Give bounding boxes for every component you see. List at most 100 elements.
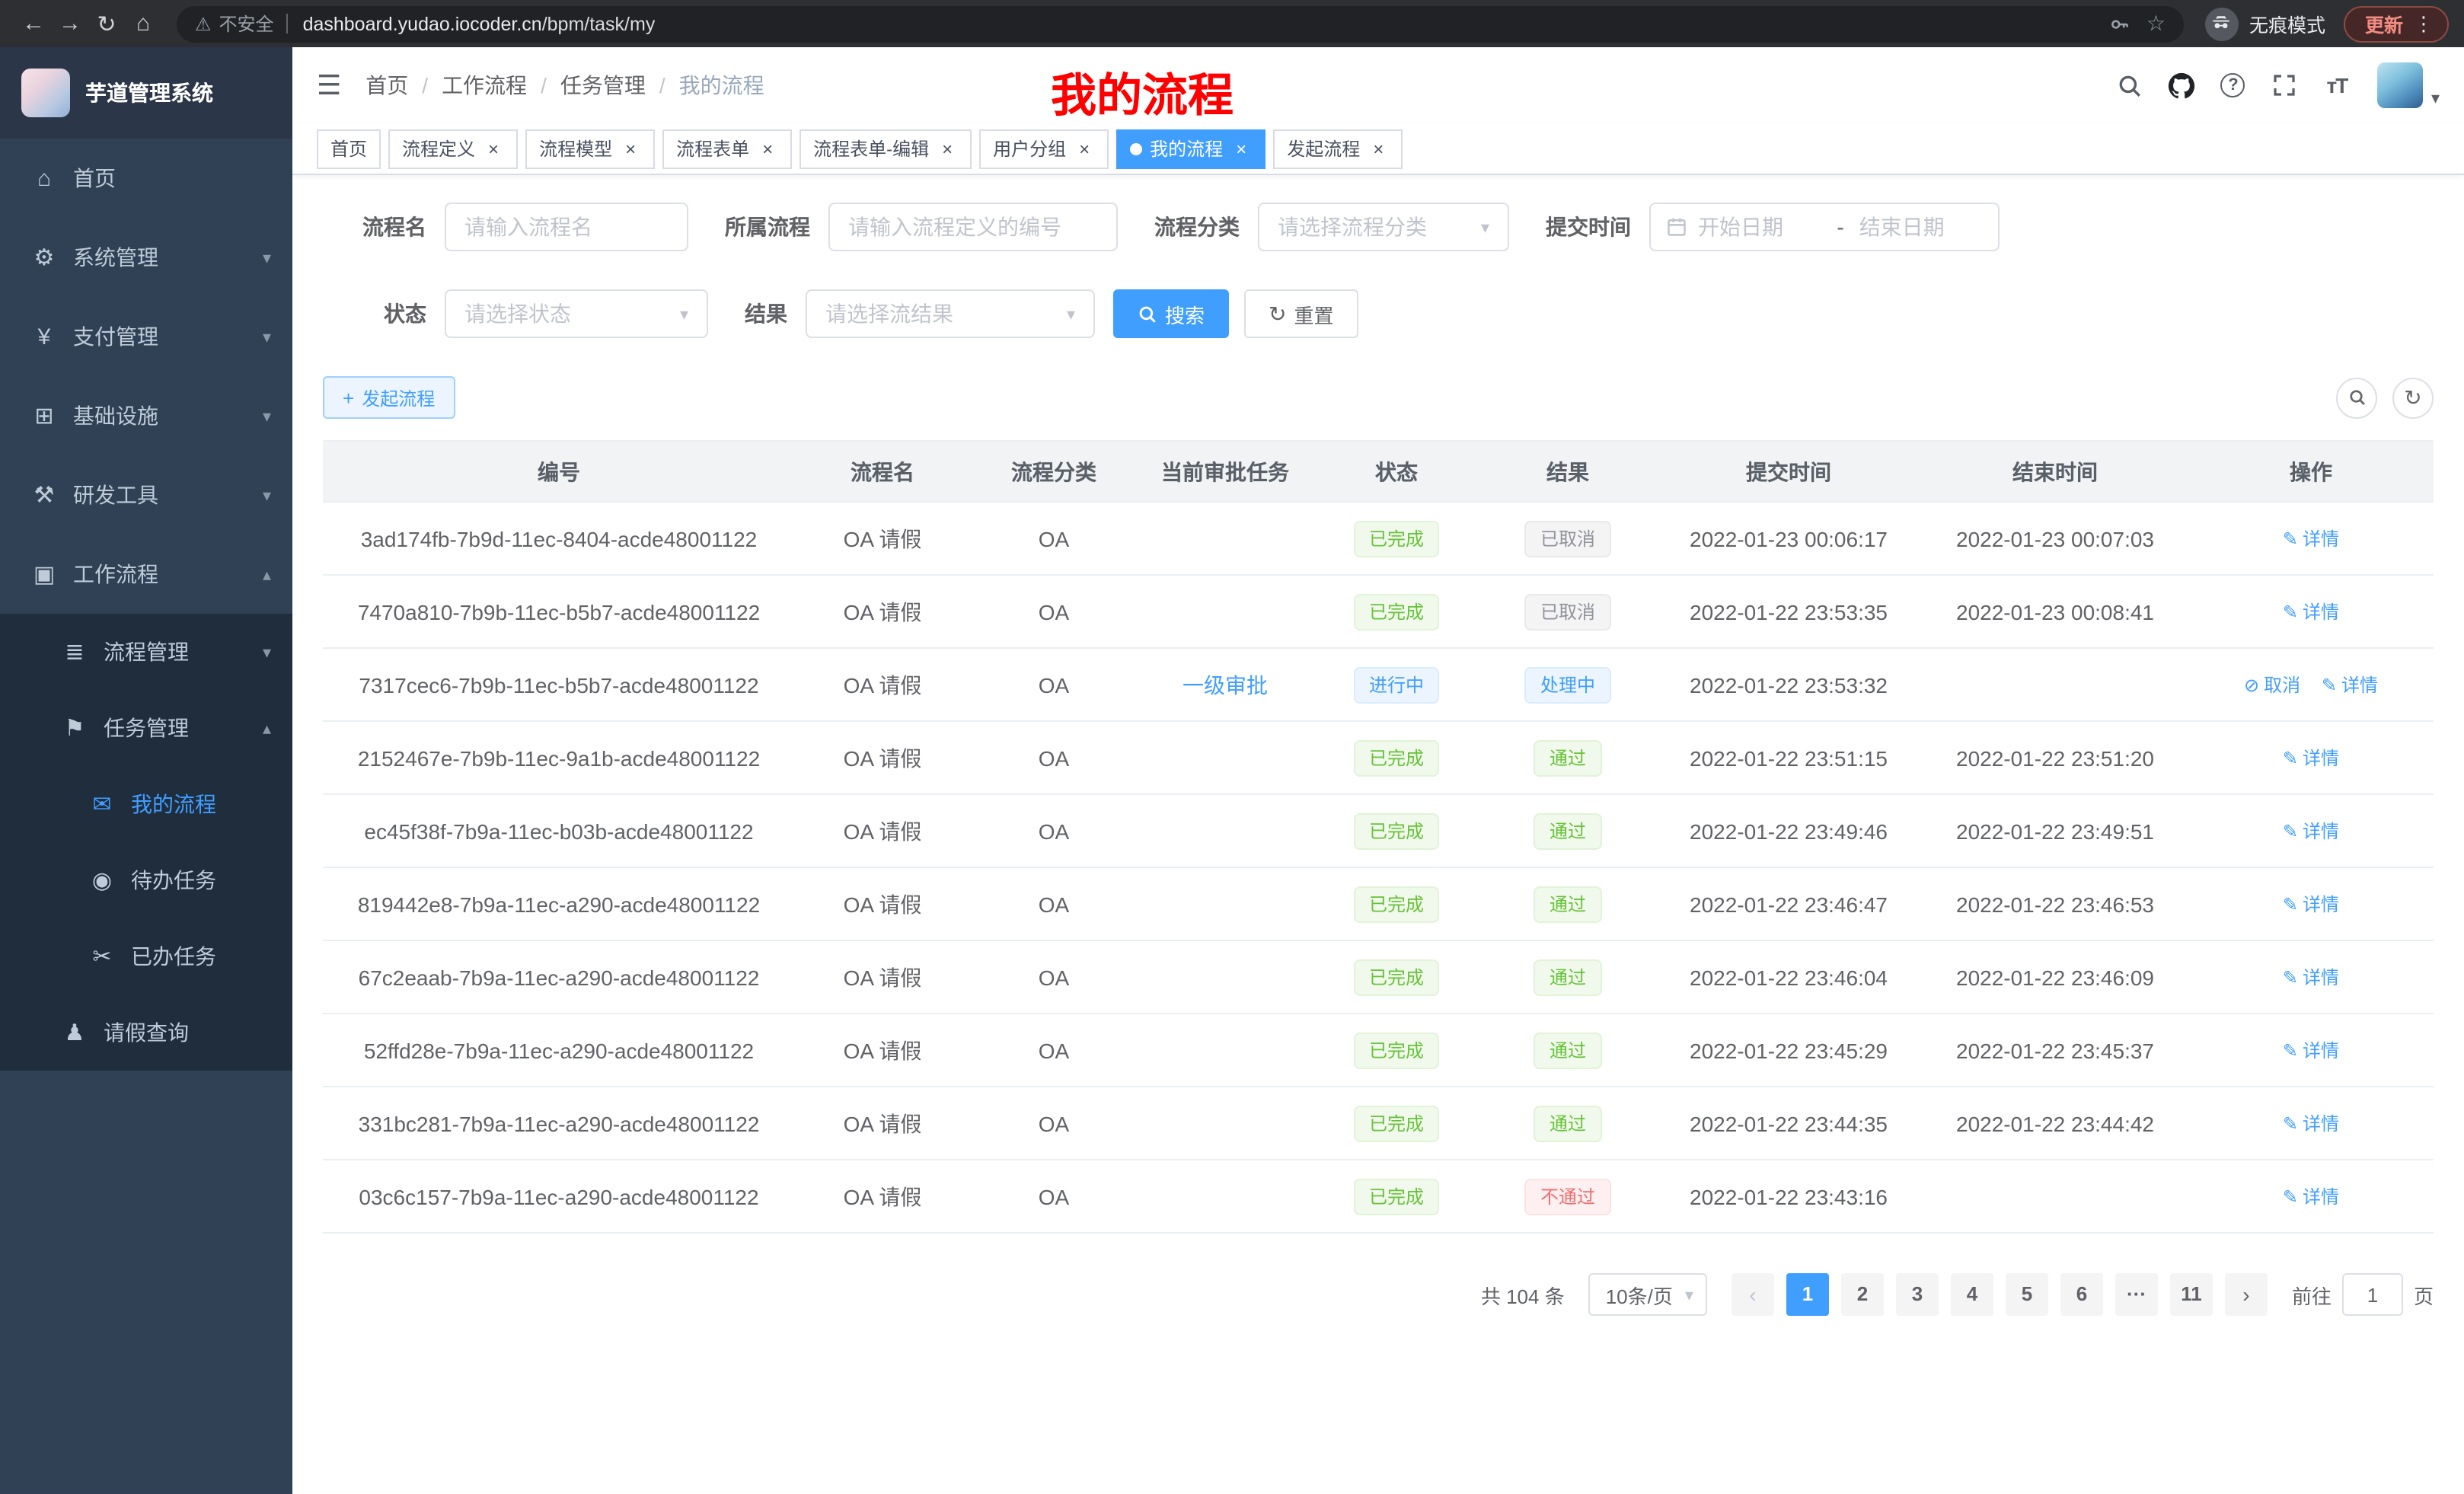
search-button-label: 搜索	[1165, 299, 1205, 328]
breadcrumb-link[interactable]: 工作流程	[442, 70, 527, 101]
detail-action[interactable]: ✎详情	[2283, 892, 2339, 918]
detail-action[interactable]: ✎详情	[2283, 599, 2339, 625]
sidebar-item[interactable]: ⚑ 任务管理 ▴	[0, 690, 292, 766]
tab[interactable]: 发起流程 ×	[1273, 129, 1403, 168]
category-select[interactable]: 请选择流程分类 ▾	[1258, 203, 1509, 251]
security-label[interactable]: 不安全	[219, 11, 274, 37]
page-number[interactable]: ···	[2115, 1273, 2158, 1316]
page-number[interactable]: 5	[2006, 1273, 2048, 1316]
cell-result: 处理中	[1480, 648, 1655, 721]
sidebar-item[interactable]: ⚙ 系统管理 ▾	[0, 218, 292, 297]
status-select[interactable]: 请选择状态 ▾	[445, 289, 708, 338]
browser-back-icon[interactable]: ←	[15, 11, 52, 37]
search-button[interactable]: 搜索	[1113, 289, 1229, 338]
avatar-caret-icon[interactable]: ▾	[2431, 88, 2440, 107]
detail-action[interactable]: ✎详情	[2322, 672, 2378, 698]
prev-page-button[interactable]: ‹	[1732, 1273, 1774, 1316]
browser-home-icon[interactable]: ⌂	[125, 11, 161, 37]
tab[interactable]: 流程模型 ×	[525, 129, 655, 168]
app-logo-row[interactable]: 芋道管理系统	[0, 47, 292, 139]
parent-process-input[interactable]	[828, 203, 1118, 251]
browser-menu-icon[interactable]: ⋮	[2414, 11, 2434, 36]
sidebar-item[interactable]: ¥ 支付管理 ▾	[0, 297, 292, 376]
fullscreen-icon[interactable]	[2259, 59, 2311, 111]
tab[interactable]: 流程表单 ×	[662, 129, 792, 168]
sidebar-item[interactable]: ✂ 已办任务	[0, 918, 292, 994]
sidebar-item[interactable]: ⌂ 首页	[0, 139, 292, 218]
goto-page-input[interactable]	[2342, 1273, 2403, 1316]
parent-process-label: 所属流程	[725, 212, 810, 242]
detail-action[interactable]: ✎详情	[2283, 1111, 2339, 1137]
sidebar-item[interactable]: ♟ 请假查询	[0, 994, 292, 1071]
sidebar-menu: ⌂ 首页 ⚙ 系统管理 ▾ ¥ 支付管理 ▾	[0, 139, 292, 1494]
cell-current-task	[1138, 940, 1313, 1014]
process-name-input[interactable]	[445, 203, 688, 251]
page-number[interactable]: 11	[2170, 1273, 2213, 1316]
breadcrumb-link[interactable]: 首页	[365, 70, 408, 101]
detail-action[interactable]: ✎详情	[2283, 526, 2339, 552]
tab-close-icon[interactable]: ×	[483, 138, 504, 159]
help-icon[interactable]: ?	[2207, 59, 2259, 111]
tab[interactable]: 首页	[317, 129, 381, 168]
bookmark-star-icon[interactable]: ☆	[2146, 11, 2166, 37]
address-bar[interactable]: ⚠ 不安全 dashboard.yudao.iocoder.cn/bpm/tas…	[177, 5, 2184, 42]
sidebar-item[interactable]: ✉ 我的流程	[0, 766, 292, 842]
cell-actions: ✎详情	[2188, 502, 2434, 575]
current-task-link[interactable]: 一级审批	[1183, 672, 1268, 697]
tab-close-icon[interactable]: ×	[620, 138, 641, 159]
detail-action[interactable]: ✎详情	[2283, 965, 2339, 991]
tab-close-icon[interactable]: ×	[1074, 138, 1095, 159]
cell-end-time: 2022-01-23 00:07:03	[1922, 502, 2188, 575]
tab-close-icon[interactable]: ×	[937, 138, 958, 159]
submit-time-range-picker[interactable]: 开始日期 - 结束日期	[1649, 203, 2000, 251]
breadcrumb-item: / 任务管理	[527, 70, 646, 101]
breadcrumb-link[interactable]: 任务管理	[560, 70, 646, 101]
tab[interactable]: 我的流程 ×	[1116, 129, 1266, 168]
tab-close-icon[interactable]: ×	[1368, 138, 1389, 159]
detail-action[interactable]: ✎详情	[2283, 1038, 2339, 1064]
page-number[interactable]: 1	[1786, 1273, 1829, 1316]
tab-close-icon[interactable]: ×	[757, 138, 778, 159]
header-search-icon[interactable]	[2104, 59, 2156, 111]
refresh-table-button[interactable]: ↻	[2392, 377, 2434, 418]
cancel-action[interactable]: ⊘取消	[2244, 672, 2300, 698]
omnibox-divider	[286, 14, 288, 34]
tab[interactable]: 流程表单-编辑 ×	[800, 129, 972, 168]
result-label: 结果	[745, 298, 787, 329]
hamburger-icon[interactable]: ☰	[317, 69, 341, 101]
next-page-button[interactable]: ›	[2225, 1273, 2268, 1316]
sidebar-item[interactable]: ◉ 待办任务	[0, 842, 292, 918]
update-button[interactable]: 更新 ⋮	[2344, 5, 2449, 42]
cell-id: 819442e8-7b9a-11ec-a290-acde48001122	[323, 867, 795, 940]
sidebar-item[interactable]: ≣ 流程管理 ▾	[0, 614, 292, 690]
detail-action[interactable]: ✎详情	[2283, 819, 2339, 844]
page-number[interactable]: 6	[2060, 1273, 2103, 1316]
detail-action[interactable]: ✎详情	[2283, 1184, 2339, 1210]
reset-button[interactable]: ↻ 重置	[1244, 289, 1358, 338]
toggle-search-button[interactable]	[2336, 377, 2377, 418]
not-secure-warning-icon[interactable]: ⚠	[195, 13, 212, 34]
user-avatar[interactable]	[2378, 62, 2424, 108]
key-icon[interactable]	[2110, 13, 2131, 34]
breadcrumb-link[interactable]: 我的流程	[679, 70, 764, 101]
sidebar-item[interactable]: ⚒ 研发工具 ▾	[0, 455, 292, 535]
sidebar-item[interactable]: ▣ 工作流程 ▴	[0, 535, 292, 614]
page-number[interactable]: 2	[1841, 1273, 1884, 1316]
tab[interactable]: 流程定义 ×	[388, 129, 518, 168]
detail-action[interactable]: ✎详情	[2283, 745, 2339, 771]
tab-close-icon[interactable]: ×	[1230, 138, 1252, 159]
page-size-select[interactable]: 10条/页 ▾	[1589, 1273, 1707, 1316]
create-process-button[interactable]: + 发起流程	[323, 376, 455, 419]
result-select[interactable]: 请选择流结果 ▾	[806, 289, 1095, 338]
page-number[interactable]: 4	[1951, 1273, 1993, 1316]
cell-category: OA	[970, 648, 1138, 721]
tab[interactable]: 用户分组 ×	[979, 129, 1109, 168]
page-number[interactable]: 3	[1896, 1273, 1939, 1316]
github-icon[interactable]	[2156, 59, 2207, 111]
cell-actions: ✎详情	[2188, 1087, 2434, 1160]
cell-status: 已完成	[1313, 940, 1480, 1014]
sidebar-item[interactable]: ⊞ 基础设施 ▾	[0, 376, 292, 455]
browser-reload-icon[interactable]: ↻	[88, 10, 125, 37]
browser-forward-icon[interactable]: →	[52, 11, 88, 37]
font-size-icon[interactable]: тT	[2311, 59, 2363, 111]
